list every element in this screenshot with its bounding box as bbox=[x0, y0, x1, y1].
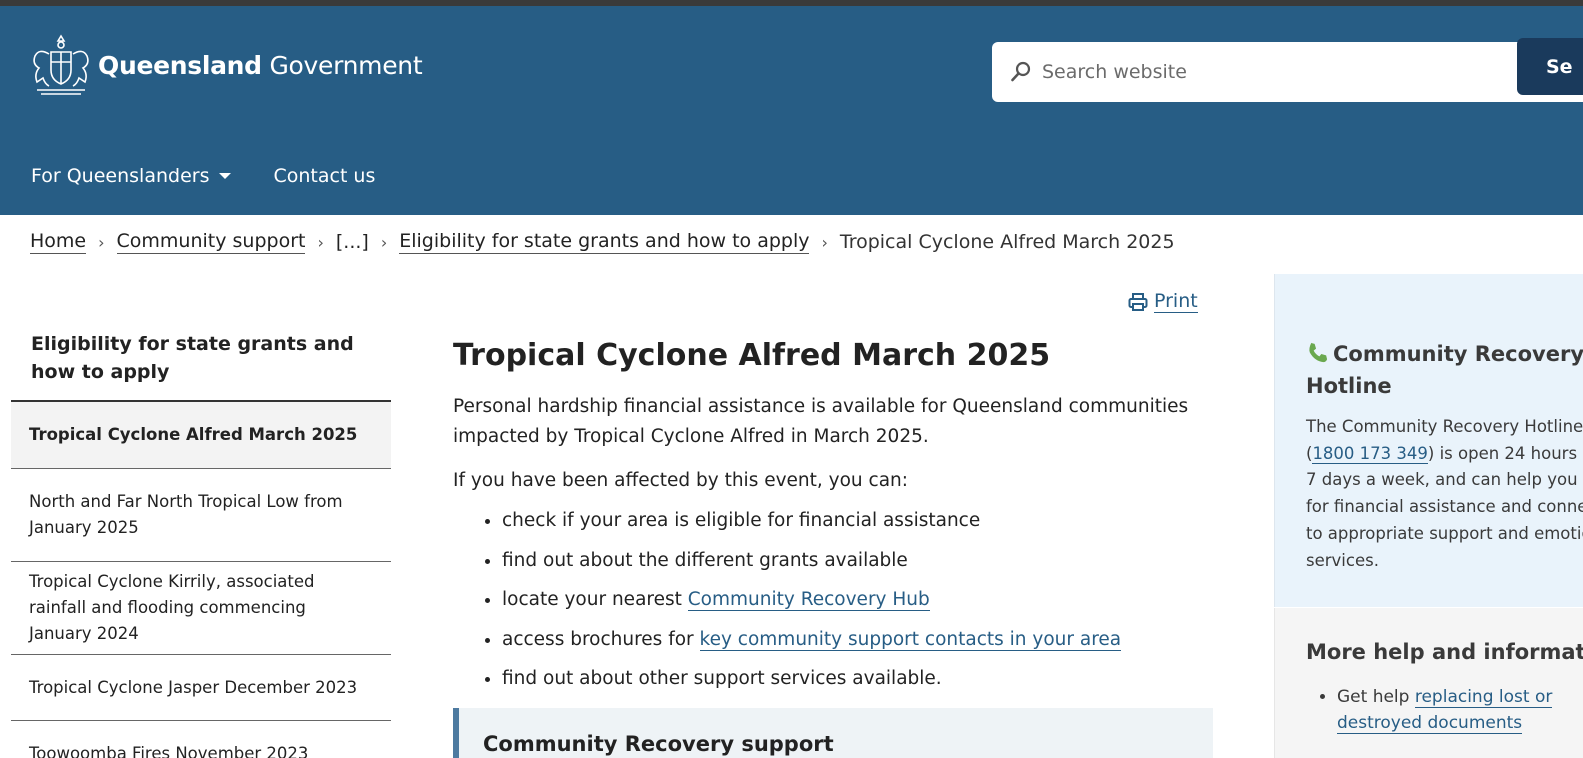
chevron-right-icon: › bbox=[317, 232, 324, 252]
chevron-right-icon: › bbox=[98, 232, 105, 252]
list-item: access brochures for key community suppo… bbox=[502, 620, 1213, 660]
search-box bbox=[992, 42, 1583, 102]
hotline-title-text: Community Recovery Hotline bbox=[1306, 342, 1583, 398]
list-item-text: access brochures for bbox=[502, 628, 700, 650]
site-logo[interactable]: Queensland Government bbox=[27, 32, 423, 98]
site-name: Queensland Government bbox=[98, 50, 423, 80]
hotline-line: 7 days a week, and can help you to bbox=[1306, 470, 1583, 490]
list-item-text: locate your nearest bbox=[502, 589, 688, 610]
print-link[interactable]: Print bbox=[1128, 290, 1198, 313]
more-help-title: More help and information bbox=[1306, 640, 1583, 664]
nav-contact-us-label: Contact us bbox=[273, 165, 376, 187]
nav-for-queenslanders[interactable]: For Queenslanders bbox=[31, 160, 232, 192]
sidebar-title[interactable]: Eligibility for state grants and how to … bbox=[31, 330, 381, 386]
community-recovery-hub-link[interactable]: Community Recovery Hub bbox=[687, 589, 930, 611]
key-contacts-link[interactable]: key community support contacts in your a… bbox=[699, 628, 1122, 651]
hotline-phone-link[interactable]: 1800 173 349 bbox=[1312, 443, 1428, 464]
intro-paragraph: Personal hardship financial assistance i… bbox=[453, 396, 1189, 447]
list-item: find out about other support services av… bbox=[502, 659, 1213, 699]
hotline-line: services. bbox=[1306, 550, 1379, 570]
hotline-line: (1800 173 349) is open 24 hours a bbox=[1306, 441, 1583, 468]
phone-icon bbox=[1309, 342, 1328, 363]
printer-icon bbox=[1128, 292, 1148, 311]
breadcrumb-community-support[interactable]: Community support bbox=[116, 230, 306, 254]
callout-box: Community Recovery support bbox=[453, 708, 1213, 758]
list-item: check if your area is eligible for finan… bbox=[502, 501, 1213, 541]
lead-paragraph: If you have been affected by this event,… bbox=[453, 470, 909, 491]
action-list: check if your area is eligible for finan… bbox=[453, 501, 1213, 699]
callout-title: Community Recovery support bbox=[483, 732, 834, 756]
nav-contact-us[interactable]: Contact us bbox=[273, 160, 375, 192]
hotline-line: to appropriate support and emotio bbox=[1306, 523, 1583, 543]
search-icon bbox=[1011, 61, 1031, 82]
more-help-list: Get help replacing lost or destroyed doc… bbox=[1337, 684, 1577, 736]
breadcrumb-eligibility[interactable]: Eligibility for state grants and how to … bbox=[399, 230, 810, 254]
hotline-line: The Community Recovery Hotline bbox=[1306, 417, 1583, 436]
nav-for-queenslanders-label: For Queenslanders bbox=[31, 165, 210, 187]
breadcrumb: Home › Community support › [...] › Eligi… bbox=[30, 230, 1175, 254]
sidebar-item-north-tropical-low[interactable]: North and Far North Tropical Low from Ja… bbox=[11, 469, 391, 562]
hotline-text: The Community Recovery Hotline (1800 173… bbox=[1306, 414, 1583, 574]
sidebar-item-cyclone-alfred[interactable]: Tropical Cyclone Alfred March 2025 bbox=[11, 402, 391, 469]
print-label: Print bbox=[1154, 290, 1198, 313]
chevron-right-icon: › bbox=[821, 232, 828, 252]
caret-down-icon bbox=[219, 173, 232, 179]
more-help-panel: More help and information Get help repla… bbox=[1274, 608, 1583, 758]
search-input[interactable] bbox=[1042, 52, 1502, 92]
site-name-light: Government bbox=[269, 50, 423, 80]
list-item: locate your nearest Community Recovery H… bbox=[502, 580, 1213, 620]
hotline-title: Community Recovery Hotline bbox=[1306, 338, 1583, 402]
coat-of-arms-icon bbox=[33, 34, 89, 95]
main-nav: For Queenslanders Contact us bbox=[0, 160, 375, 192]
main-content: Tropical Cyclone Alfred March 2025 Perso… bbox=[453, 336, 1213, 699]
sidebar-item-cyclone-jasper[interactable]: Tropical Cyclone Jasper December 2023 bbox=[11, 655, 391, 721]
breadcrumb-ellipsis[interactable]: [...] bbox=[336, 231, 369, 253]
hotline-panel: Community Recovery Hotline The Community… bbox=[1274, 274, 1583, 607]
search-button[interactable]: Se bbox=[1517, 38, 1583, 95]
chevron-right-icon: › bbox=[380, 232, 388, 252]
site-name-bold: Queensland bbox=[98, 50, 262, 80]
sidebar-item-toowoomba-fires[interactable]: Toowoomba Fires November 2023 bbox=[11, 721, 391, 758]
sidebar-nav: Tropical Cyclone Alfred March 2025 North… bbox=[11, 400, 391, 758]
list-item: Get help replacing lost or destroyed doc… bbox=[1337, 684, 1577, 736]
list-item-text: Get help bbox=[1337, 687, 1415, 707]
page-title: Tropical Cyclone Alfred March 2025 bbox=[453, 338, 1051, 373]
sidebar-item-cyclone-kirrily[interactable]: Tropical Cyclone Kirrily, associated rai… bbox=[11, 562, 391, 655]
breadcrumb-home[interactable]: Home bbox=[30, 230, 87, 254]
hotline-line: for financial assistance and connect bbox=[1306, 497, 1583, 517]
list-item: find out about the different grants avai… bbox=[502, 541, 1213, 581]
breadcrumb-current: Tropical Cyclone Alfred March 2025 bbox=[839, 231, 1175, 253]
hotline-text-fragment: ) is open 24 hours a bbox=[1427, 443, 1583, 463]
